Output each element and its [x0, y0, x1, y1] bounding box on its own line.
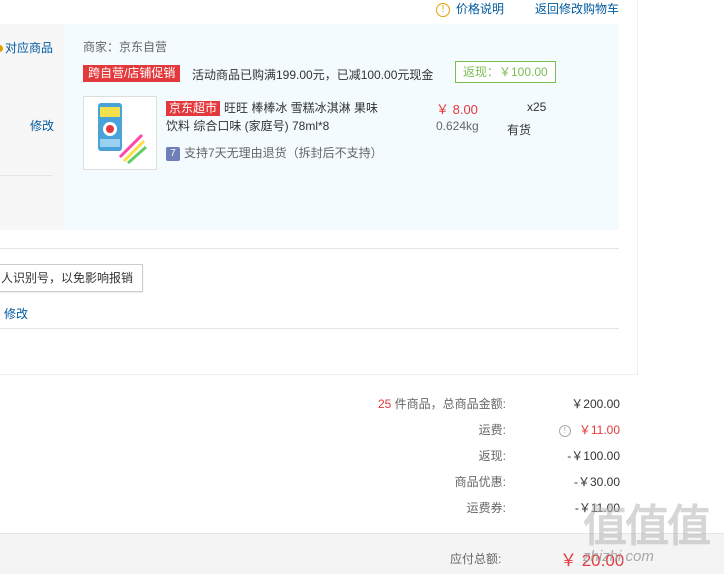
- ice-pop-image: [98, 103, 147, 165]
- modify-delivery-link[interactable]: 修改: [30, 117, 54, 134]
- weight: 0.624kg: [436, 119, 479, 133]
- warning-icon: !: [436, 2, 450, 17]
- modify-invoice-link[interactable]: 修改: [4, 305, 28, 322]
- promo-text: 活动商品已购满199.00元，已减100.00元现金: [192, 68, 434, 82]
- goods-total-label: 件商品，总商品金额:: [391, 397, 506, 411]
- dot-icon: [0, 45, 3, 53]
- info-icon[interactable]: !: [558, 424, 571, 437]
- shipping-value-wrap: ! ￥11.00: [558, 420, 620, 440]
- divider: [0, 328, 619, 329]
- coupon-label: 运费券:: [466, 501, 506, 515]
- rebate-badge: 返现：￥100.00: [455, 61, 556, 83]
- summary-discount-row: 商品优惠: -￥30.00: [0, 472, 620, 492]
- divider: [0, 175, 53, 176]
- discount-value: -￥30.00: [573, 475, 620, 489]
- summary-shipping-row: 运费: ! ￥11.00: [0, 420, 620, 440]
- price-note-label[interactable]: 价格说明: [456, 2, 504, 16]
- back-to-cart-link[interactable]: 返回修改购物车: [535, 1, 619, 17]
- shipping-value: ￥11.00: [578, 423, 620, 437]
- divider: [0, 248, 619, 249]
- vendor-name: 商家：京东自营: [83, 40, 168, 54]
- stock-status: 有货: [507, 123, 532, 137]
- invoice-tooltip: 人识别号，以免影响报销: [0, 264, 144, 292]
- watermark-text: zhizhi.com: [583, 548, 654, 565]
- summary-goods-row: 25 件商品，总商品金额: ￥200.00: [0, 394, 620, 414]
- shipping-label: 运费:: [478, 423, 506, 437]
- quantity: x25: [527, 100, 547, 114]
- summary-rebate-row: 返现: -￥100.00: [0, 446, 620, 466]
- corresponding-items-label: 对应商品: [5, 41, 54, 55]
- return-policy: 7 支持7天无理由退货（拆封后不支持）: [166, 144, 383, 161]
- product-name-part2[interactable]: 饮料 综合口味 (家庭号) 78ml*8: [166, 117, 329, 135]
- payable-label: 应付总额:: [450, 552, 502, 566]
- product-name-part1[interactable]: 旺旺 棒棒冰 雪糕冰淇淋 果味: [224, 101, 378, 115]
- corresponding-items-link[interactable]: 对应商品: [0, 39, 53, 56]
- jd-supermarket-tag: 京东超市: [166, 101, 221, 116]
- unit-price: ￥ 8.00: [436, 102, 478, 117]
- return-policy-text: 支持7天无理由退货（拆封后不支持）: [184, 146, 383, 160]
- discount-label: 商品优惠:: [454, 475, 506, 489]
- product-title-line1[interactable]: 京东超市 旺旺 棒棒冰 雪糕冰淇淋 果味: [166, 99, 421, 117]
- goods-count-label: 25 件商品，总商品金额:: [378, 394, 506, 414]
- goods-total: ￥200.00: [571, 397, 620, 411]
- rebate-label: 返现:: [478, 449, 506, 463]
- price-note-link[interactable]: ! 价格说明: [436, 1, 504, 17]
- rebate-value: -￥100.00: [567, 449, 620, 463]
- product-thumbnail[interactable]: [83, 96, 157, 170]
- summary-coupon-row: 运费券: -￥11.00: [0, 498, 620, 518]
- goods-count: 25: [377, 397, 392, 411]
- seven-day-return-icon: 7: [166, 146, 180, 161]
- promo-tag: 跨自营/店铺促销: [83, 65, 181, 82]
- watermark-logo: 值值值: [583, 502, 711, 551]
